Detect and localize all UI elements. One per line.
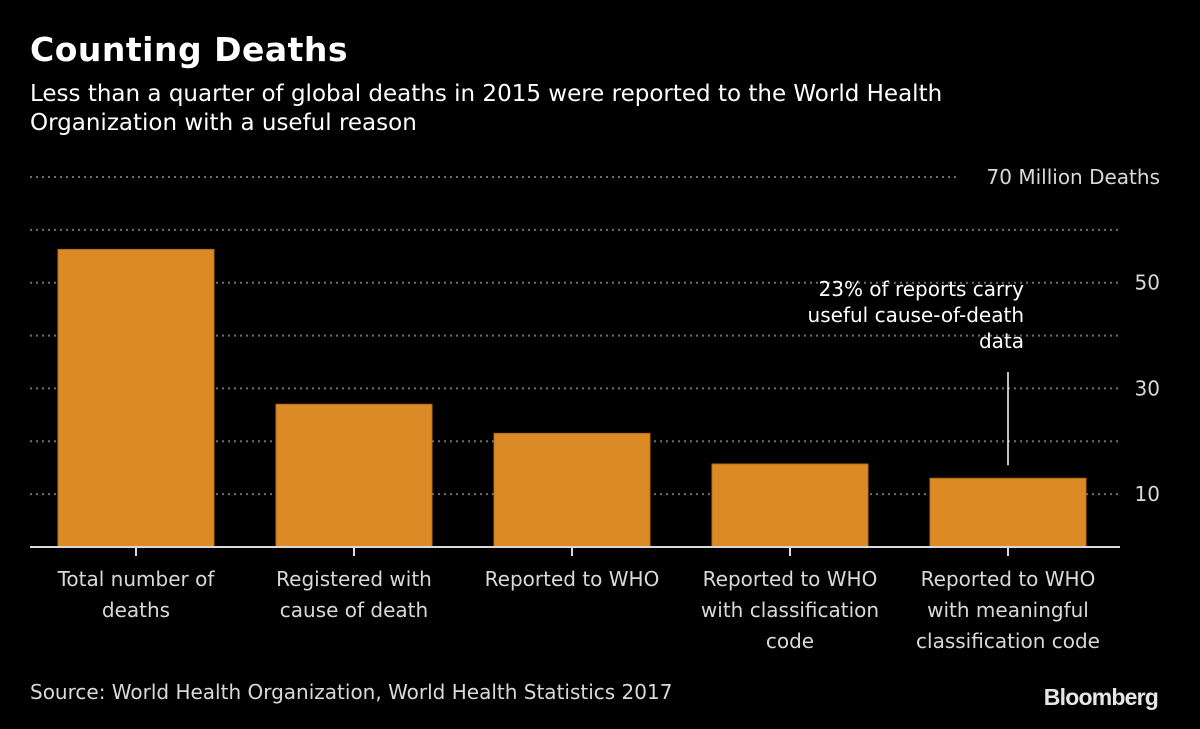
category-label: deaths [102, 598, 170, 622]
category-label: with classification [701, 598, 879, 622]
y-tick-label: 30 [1135, 376, 1160, 400]
bar [275, 403, 433, 548]
annotation: 23% of reports carryuseful cause-of-deat… [808, 277, 1025, 466]
bar [711, 463, 869, 548]
category-label: Reported to WHO [703, 567, 878, 591]
category-label: cause of death [280, 598, 428, 622]
annotation-text: 23% of reports carry [819, 277, 1025, 301]
y-tick-label: 10 [1135, 482, 1160, 506]
category-label: Registered with [276, 567, 432, 591]
category-label: with meaningful [927, 598, 1089, 622]
bar-chart: 70 Million Deaths 50 30 10 Total number of d… [30, 165, 1160, 653]
annotation-text: data [979, 329, 1024, 353]
category-label: Total number of [57, 567, 216, 591]
category-label: Reported to WHO [921, 567, 1096, 591]
bar [493, 432, 651, 548]
category-label: code [766, 629, 814, 653]
x-axis [30, 546, 1120, 556]
y-tick-label: 70 Million Deaths [987, 165, 1160, 189]
bar [929, 477, 1087, 548]
bloomberg-logo: Bloomberg [1043, 684, 1159, 710]
annotation-text: useful cause-of-death [808, 303, 1024, 327]
category-label: Reported to WHO [485, 567, 660, 591]
bar [57, 248, 215, 548]
category-labels: Total number of deaths Registered with caus… [57, 567, 1100, 653]
category-label: classification code [916, 629, 1100, 653]
y-tick-label: 50 [1135, 271, 1160, 295]
source-note: Source: World Health Organization, World… [30, 680, 673, 704]
